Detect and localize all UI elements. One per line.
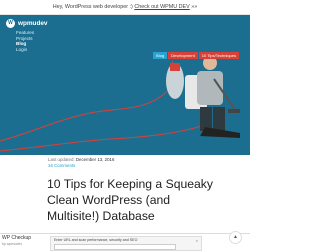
url-input[interactable] xyxy=(54,244,176,250)
main-nav: Features Projects Blog Login xyxy=(16,30,34,52)
wp-checkup-prompt: Enter URL and scan performance, security… xyxy=(54,238,138,242)
promo-banner: Hey, WordPress web developer :) Check ou… xyxy=(0,0,250,15)
tag-tips[interactable]: 10 Tips/Techniques xyxy=(198,52,239,59)
tag-blog[interactable]: Blog xyxy=(153,52,168,59)
promo-link[interactable]: Check out WPMU DEV xyxy=(134,4,189,10)
comments-link[interactable]: 16 Comments xyxy=(48,163,114,169)
wp-checkup-bar: WP Checkup by wpmudev Enter URL and scan… xyxy=(0,233,250,251)
updated-date: December 13, 2016 xyxy=(75,157,115,162)
tag-development[interactable]: Development xyxy=(168,52,198,59)
wp-checkup-panel: Enter URL and scan performance, security… xyxy=(50,236,202,251)
logo-text: wpmudev xyxy=(18,20,48,27)
hero-header: W wpmudev Features Projects Blog Login B… xyxy=(0,15,250,155)
promo-suffix: »» xyxy=(189,4,198,10)
logo-mark-icon: W xyxy=(6,19,15,28)
nav-item-features[interactable]: Features xyxy=(16,30,34,36)
article-title: 10 Tips for Keeping a Squeaky Clean Word… xyxy=(47,177,213,223)
article-meta: Last updated: December 13, 2016 16 Comme… xyxy=(48,157,114,169)
close-icon[interactable]: × xyxy=(196,238,198,243)
wp-checkup-by: by wpmudev xyxy=(2,242,23,246)
promo-text: Hey, WordPress web developer :) xyxy=(52,4,135,10)
vacuum-cleaning-illustration xyxy=(0,53,240,152)
updated-label: Last updated: xyxy=(48,157,75,162)
wp-checkup-label[interactable]: WP Checkup by wpmudev xyxy=(2,235,31,247)
scroll-top-icon[interactable]: ▲ xyxy=(229,231,242,244)
category-tags: Blog Development 10 Tips/Techniques xyxy=(153,52,239,59)
site-logo[interactable]: W wpmudev xyxy=(6,19,47,28)
nav-item-login[interactable]: Login xyxy=(16,47,34,53)
